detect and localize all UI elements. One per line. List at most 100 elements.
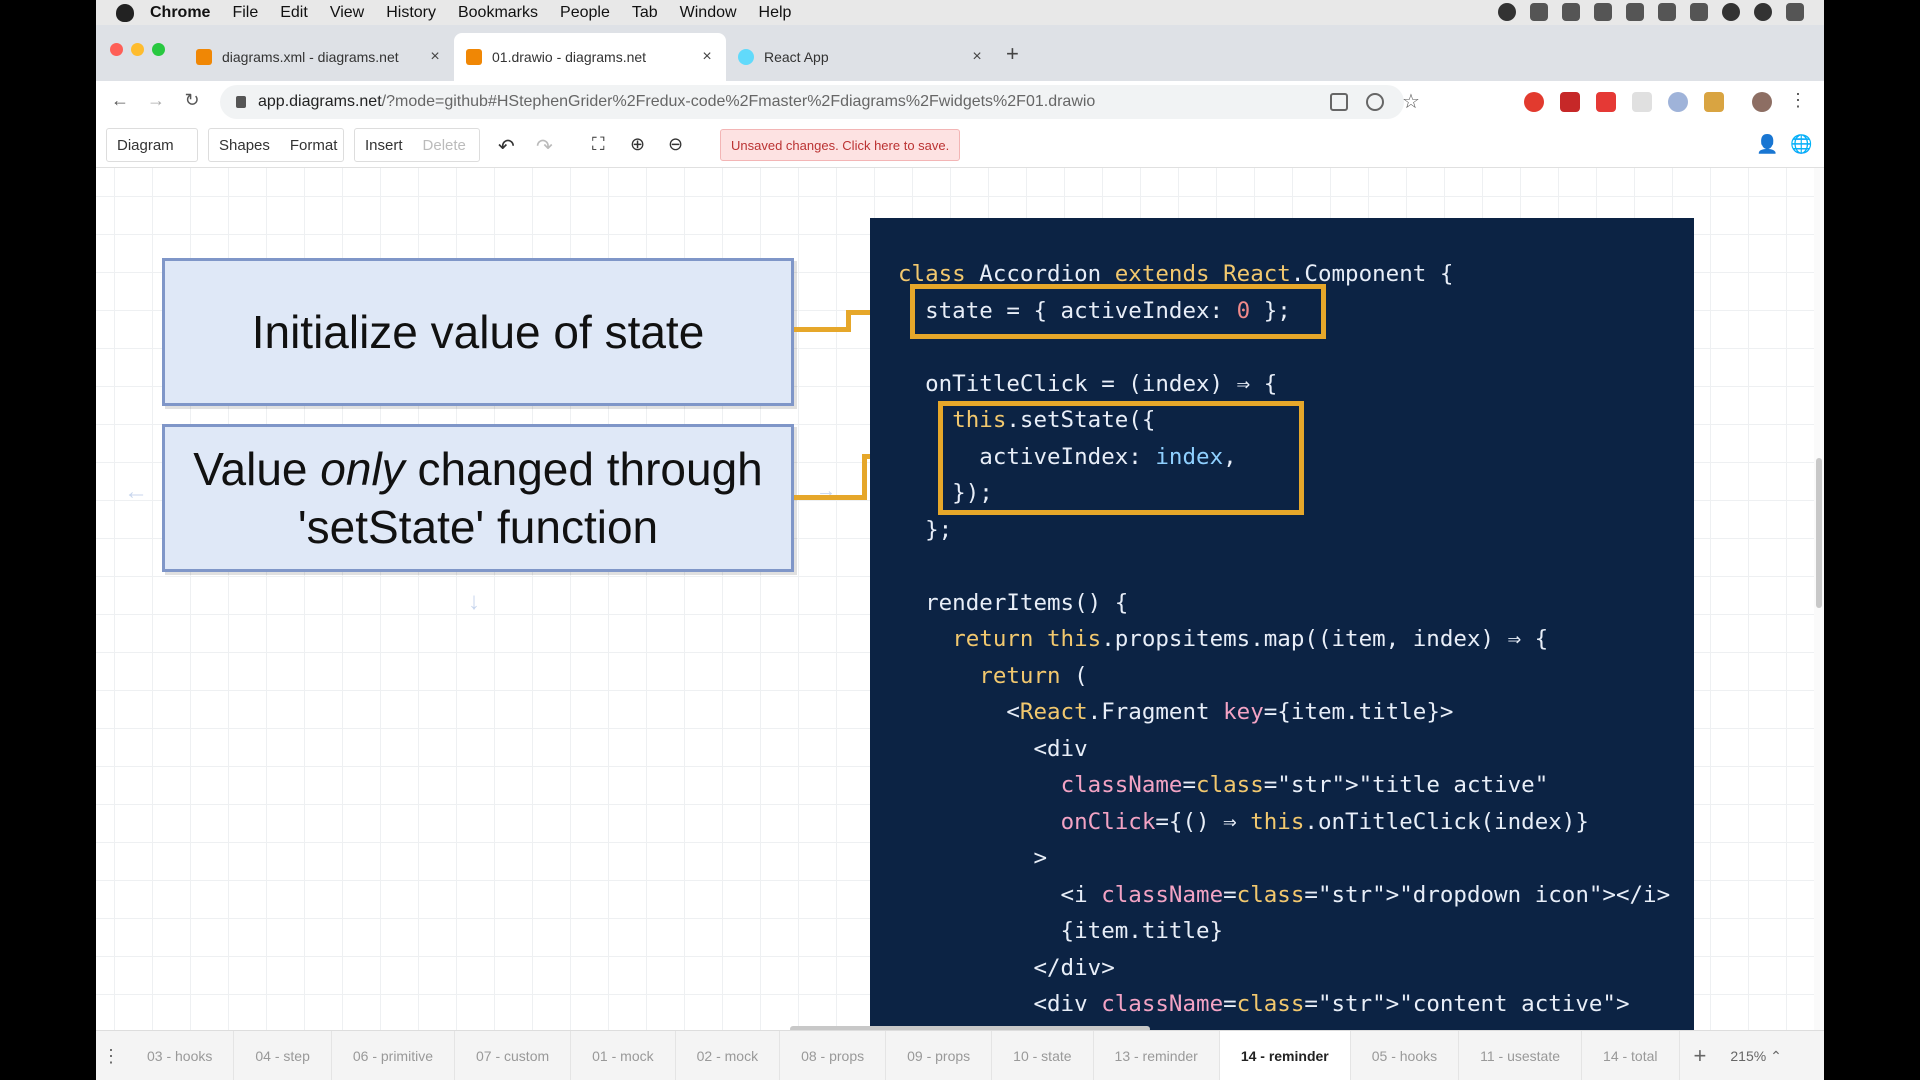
forward-icon[interactable]: → bbox=[144, 90, 168, 111]
page-tab[interactable]: 13 - reminder bbox=[1094, 1031, 1220, 1080]
page-tab[interactable]: 14 - total bbox=[1582, 1031, 1680, 1080]
menu-edit[interactable]: Edit bbox=[280, 4, 308, 22]
browser-tab-react-app[interactable]: React App × bbox=[726, 33, 996, 81]
screen: Chrome File Edit View History Bookmarks … bbox=[96, 0, 1824, 1080]
vertical-scrollbar-thumb[interactable] bbox=[1816, 458, 1822, 608]
page-tab[interactable]: 07 - custom bbox=[455, 1031, 572, 1080]
menu-help[interactable]: Help bbox=[759, 4, 792, 22]
browser-tab-01-drawio[interactable]: 01.drawio - diagrams.net × bbox=[454, 33, 726, 81]
cursor-icon[interactable] bbox=[1530, 3, 1548, 21]
redo-icon[interactable]: ↷ bbox=[536, 134, 558, 158]
shapes-button[interactable]: Shapes bbox=[209, 137, 280, 154]
setstate-label: Value only changed through 'setState' fu… bbox=[193, 440, 763, 556]
page-tab[interactable]: 11 - usestate bbox=[1459, 1031, 1583, 1080]
siri-icon[interactable] bbox=[1754, 3, 1772, 21]
page-tab[interactable]: 05 - hooks bbox=[1351, 1031, 1460, 1080]
close-tab-icon[interactable]: × bbox=[428, 48, 442, 66]
share-user-icon[interactable]: 👤 bbox=[1756, 134, 1778, 156]
pages-menu-icon[interactable]: ⋮ bbox=[96, 1046, 126, 1067]
code-line: <div bbox=[898, 735, 1088, 762]
menu-people[interactable]: People bbox=[560, 4, 610, 22]
zoom-window-button[interactable] bbox=[152, 43, 165, 56]
bookmark-star-icon[interactable]: ☆ bbox=[1402, 89, 1420, 113]
extension-icon[interactable] bbox=[1668, 92, 1688, 112]
extension-icon[interactable] bbox=[1704, 92, 1724, 112]
profile-avatar[interactable] bbox=[1752, 92, 1772, 112]
insert-button[interactable]: Insert bbox=[355, 137, 413, 154]
menu-file[interactable]: File bbox=[232, 4, 258, 22]
diagram-canvas[interactable]: Initialize value of state Value only cha… bbox=[96, 168, 1814, 1030]
menu-app-name[interactable]: Chrome bbox=[150, 4, 210, 22]
cast-icon[interactable] bbox=[1330, 93, 1348, 111]
menu-view[interactable]: View bbox=[330, 4, 364, 22]
connection-hint-left-icon[interactable]: ← bbox=[124, 478, 148, 506]
page-tab[interactable]: 09 - props bbox=[886, 1031, 993, 1080]
state-highlight-box[interactable] bbox=[910, 284, 1326, 339]
connector-2-segment[interactable] bbox=[794, 495, 866, 500]
code-snippet-image[interactable]: class Accordion extends React.Component … bbox=[870, 218, 1694, 1030]
menu-history[interactable]: History bbox=[386, 4, 436, 22]
address-bar[interactable]: app.diagrams.net/?mode=github#HStephenGr… bbox=[220, 85, 1420, 119]
page-tab[interactable]: 01 - mock bbox=[571, 1031, 676, 1080]
vertical-scrollbar-track[interactable] bbox=[1814, 168, 1824, 1030]
page-tab[interactable]: 06 - primitive bbox=[332, 1031, 455, 1080]
back-icon[interactable]: ← bbox=[108, 90, 132, 111]
url-path: /?mode=github#HStephenGrider%2Fredux-cod… bbox=[381, 93, 1096, 110]
initialize-state-box[interactable]: Initialize value of state bbox=[162, 258, 794, 406]
menu-window[interactable]: Window bbox=[680, 4, 737, 22]
spotlight-icon[interactable] bbox=[1722, 3, 1740, 21]
tab-title: React App bbox=[764, 49, 829, 65]
cloud-icon[interactable] bbox=[1594, 3, 1612, 21]
setstate-highlight-box[interactable] bbox=[938, 401, 1304, 515]
apple-icon[interactable] bbox=[116, 3, 134, 22]
menu-tab[interactable]: Tab bbox=[632, 4, 658, 22]
diagram-menu[interactable]: Diagram bbox=[106, 128, 198, 162]
url-host: app.diagrams.net bbox=[258, 93, 382, 110]
page-tab[interactable]: 14 - reminder bbox=[1219, 1031, 1351, 1080]
delete-button[interactable]: Delete bbox=[413, 137, 476, 154]
connector-1-segment[interactable] bbox=[794, 327, 850, 332]
status-app-icon[interactable] bbox=[1498, 3, 1516, 21]
code-line: renderItems() { bbox=[898, 589, 1129, 616]
status-tray bbox=[1498, 3, 1804, 21]
language-globe-icon[interactable]: 🌐 bbox=[1790, 134, 1812, 156]
lock-icon bbox=[236, 96, 246, 108]
unsaved-changes-banner[interactable]: Unsaved changes. Click here to save. bbox=[720, 129, 961, 161]
undo-icon[interactable]: ↶ bbox=[498, 134, 520, 158]
install-icon[interactable] bbox=[1366, 93, 1384, 111]
close-tab-icon[interactable]: × bbox=[970, 48, 984, 66]
page-tab[interactable]: 02 - mock bbox=[676, 1031, 781, 1080]
battery-icon[interactable] bbox=[1690, 3, 1708, 21]
browser-tab-diagrams-xml[interactable]: diagrams.xml - diagrams.net × bbox=[184, 33, 454, 81]
new-tab-button[interactable]: + bbox=[1006, 41, 1019, 67]
connection-hint-down-icon[interactable]: ↓ bbox=[468, 588, 480, 616]
page-tab[interactable]: 03 - hooks bbox=[126, 1031, 235, 1080]
close-window-button[interactable] bbox=[110, 43, 123, 56]
fullscreen-icon[interactable]: ⛶ bbox=[592, 134, 614, 156]
page-tab[interactable]: 08 - props bbox=[780, 1031, 887, 1080]
minimize-window-button[interactable] bbox=[131, 43, 144, 56]
connector-2-segment[interactable] bbox=[862, 454, 867, 500]
page-tab[interactable]: 10 - state bbox=[992, 1031, 1094, 1080]
zoom-level[interactable]: 215% ⌃ bbox=[1720, 1048, 1791, 1065]
extension-adblock-icon[interactable] bbox=[1524, 92, 1544, 112]
notification-center-icon[interactable] bbox=[1786, 3, 1804, 21]
extension-icon[interactable] bbox=[1632, 92, 1652, 112]
glasses-icon[interactable] bbox=[1562, 3, 1580, 21]
browser-tab-strip: diagrams.xml - diagrams.net × 01.drawio … bbox=[96, 25, 1824, 81]
reload-icon[interactable]: ↻ bbox=[180, 90, 204, 111]
page-tab[interactable]: 04 - step bbox=[234, 1031, 332, 1080]
zoom-in-icon[interactable]: ⊕ bbox=[630, 134, 652, 156]
extension-icon[interactable] bbox=[1560, 92, 1580, 112]
add-page-button[interactable]: + bbox=[1680, 1043, 1721, 1069]
extension-icon[interactable] bbox=[1596, 92, 1616, 112]
keyboard-icon[interactable] bbox=[1626, 3, 1644, 21]
wifi-icon[interactable] bbox=[1658, 3, 1676, 21]
format-button[interactable]: Format bbox=[280, 137, 348, 154]
setstate-box[interactable]: Value only changed through 'setState' fu… bbox=[162, 424, 794, 572]
zoom-out-icon[interactable]: ⊖ bbox=[668, 134, 690, 156]
code-line: <React.Fragment key={item.title}> bbox=[898, 699, 1454, 725]
menu-bookmarks[interactable]: Bookmarks bbox=[458, 4, 538, 22]
close-tab-icon[interactable]: × bbox=[700, 48, 714, 66]
chrome-menu-icon[interactable]: ⋮ bbox=[1786, 90, 1810, 111]
